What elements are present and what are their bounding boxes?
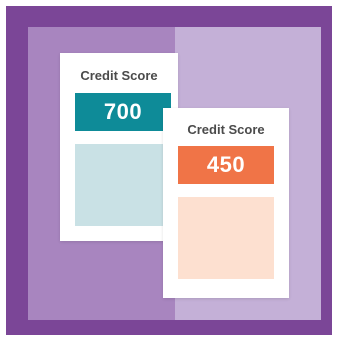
card-title: Credit Score <box>187 122 265 137</box>
card-title: Credit Score <box>80 68 158 83</box>
score-detail-block <box>75 144 164 226</box>
credit-score-card-low: Credit Score 450 <box>163 108 289 298</box>
score-badge-700: 700 <box>75 93 171 131</box>
illustration-canvas: Credit Score 700 Credit Score 450 <box>0 0 338 341</box>
score-detail-block <box>178 197 274 279</box>
score-badge-450: 450 <box>178 146 274 184</box>
credit-score-card-high: Credit Score 700 <box>60 53 178 241</box>
